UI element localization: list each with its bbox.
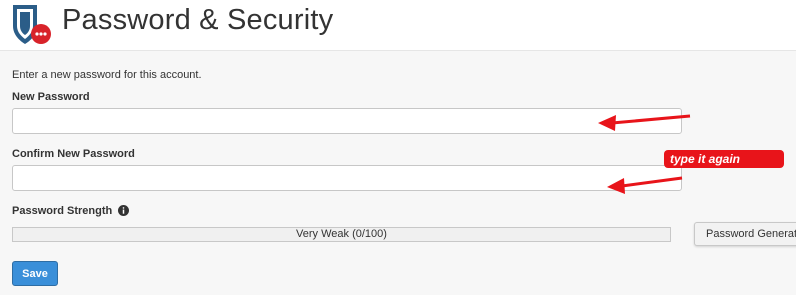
save-button[interactable]: Save <box>12 261 58 286</box>
annotation-note: type it again <box>664 150 784 168</box>
form-intro-text: Enter a new password for this account. <box>12 69 202 81</box>
new-password-input[interactable] <box>12 108 682 134</box>
page-title: Password & Security <box>62 4 334 36</box>
new-password-label: New Password <box>12 91 90 103</box>
info-icon[interactable] <box>118 205 129 216</box>
page-header: Password & Security <box>0 0 796 51</box>
password-strength-text: Very Weak (0/100) <box>296 228 387 240</box>
password-strength-label: Password Strength <box>12 205 113 217</box>
confirm-password-label: Confirm New Password <box>12 148 135 160</box>
password-strength-meter: Very Weak (0/100) <box>12 227 671 242</box>
shield-lock-icon <box>13 5 51 44</box>
confirm-password-input[interactable] <box>12 165 682 191</box>
password-generator-button[interactable]: Password Generator <box>694 222 796 246</box>
